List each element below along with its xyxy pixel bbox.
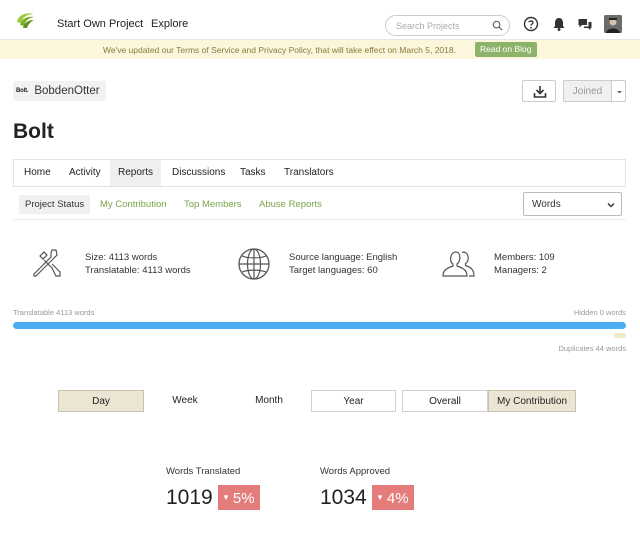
download-button[interactable] <box>522 80 556 102</box>
project-tabs: Home Activity Reports Discussions Tasks … <box>13 159 626 187</box>
period-year-button[interactable]: Year <box>311 390 396 412</box>
project-owner[interactable]: Bolt. BobdenOtter <box>13 81 106 101</box>
globe-icon <box>238 248 270 280</box>
download-icon <box>533 86 547 98</box>
words-approved-change-badge: ▼ 4% <box>372 485 414 510</box>
avatar-image-icon <box>604 15 622 33</box>
duplicates-marker <box>614 333 626 338</box>
tab-home[interactable]: Home <box>24 160 51 186</box>
stat-translatable: Translatable: 4113 words <box>85 265 191 276</box>
triangle-down-icon: ▼ <box>222 493 230 502</box>
hidden-words-label: Hidden 0 words <box>573 308 626 317</box>
search-box <box>385 15 510 36</box>
top-navigation: Start Own Project Explore <box>0 0 640 40</box>
help-icon[interactable] <box>523 16 539 32</box>
banner-text: We've updated our Terms of Service and P… <box>103 45 456 55</box>
period-overall-button[interactable]: Overall <box>402 390 488 412</box>
joined-dropdown-toggle[interactable] <box>611 80 626 102</box>
translatable-words-label: Translatable 4113 words <box>13 308 95 317</box>
messages-icon[interactable] <box>577 16 593 32</box>
tab-tasks[interactable]: Tasks <box>240 160 266 186</box>
members-icon <box>442 251 475 277</box>
tab-translators[interactable]: Translators <box>284 160 334 186</box>
joined-button[interactable]: Joined <box>563 80 611 102</box>
search-icon[interactable] <box>492 20 503 31</box>
subtab-my-contribution[interactable]: My Contribution <box>100 195 167 214</box>
period-my-contribution-button[interactable]: My Contribution <box>488 390 576 412</box>
owner-logo: Bolt. <box>16 88 29 94</box>
user-avatar[interactable] <box>604 15 622 33</box>
period-week-button[interactable]: Week <box>145 390 225 412</box>
period-day-button[interactable]: Day <box>58 390 144 412</box>
project-title: Bolt <box>13 120 54 143</box>
tab-discussions[interactable]: Discussions <box>172 160 225 186</box>
chevron-down-icon <box>607 203 615 208</box>
units-select[interactable]: Words <box>523 192 622 216</box>
subtab-abuse-reports[interactable]: Abuse Reports <box>259 195 322 214</box>
words-translated-change-badge: ▼ 5% <box>218 485 260 510</box>
caret-down-icon <box>617 91 622 94</box>
tab-activity[interactable]: Activity <box>69 160 101 186</box>
terms-update-banner: We've updated our Terms of Service and P… <box>0 40 640 59</box>
triangle-down-icon: ▼ <box>376 493 384 502</box>
words-translated-change: 5% <box>232 490 255 507</box>
read-on-blog-button[interactable]: Read on Blog <box>475 42 537 57</box>
stat-target-languages: Target languages: 60 <box>289 265 378 276</box>
units-select-value: Words <box>532 199 561 210</box>
words-translated-value: 1019 <box>166 486 213 509</box>
tools-icon <box>33 249 61 277</box>
words-translated-label: Words Translated <box>166 466 241 477</box>
words-approved-label: Words Approved <box>320 466 391 477</box>
stat-size: Size: 4113 words <box>85 252 158 263</box>
stat-managers: Managers: 2 <box>494 265 547 276</box>
search-input[interactable] <box>396 19 491 33</box>
words-approved-change: 4% <box>386 490 409 507</box>
translatable-progress-bar <box>13 322 626 329</box>
tab-reports[interactable]: Reports <box>110 160 161 186</box>
bell-icon[interactable] <box>551 16 567 32</box>
stat-source-language: Source language: English <box>289 252 398 263</box>
period-month-button[interactable]: Month <box>228 390 310 412</box>
subtab-project-status[interactable]: Project Status <box>19 195 91 214</box>
words-approved-value: 1034 <box>320 486 367 509</box>
duplicates-words-label: Duplicates 44 words <box>558 344 626 353</box>
stat-members: Members: 109 <box>494 252 555 263</box>
crowdin-logo-icon[interactable] <box>14 10 36 30</box>
owner-name: BobdenOtter <box>34 85 100 97</box>
subtab-top-members[interactable]: Top Members <box>184 195 242 214</box>
